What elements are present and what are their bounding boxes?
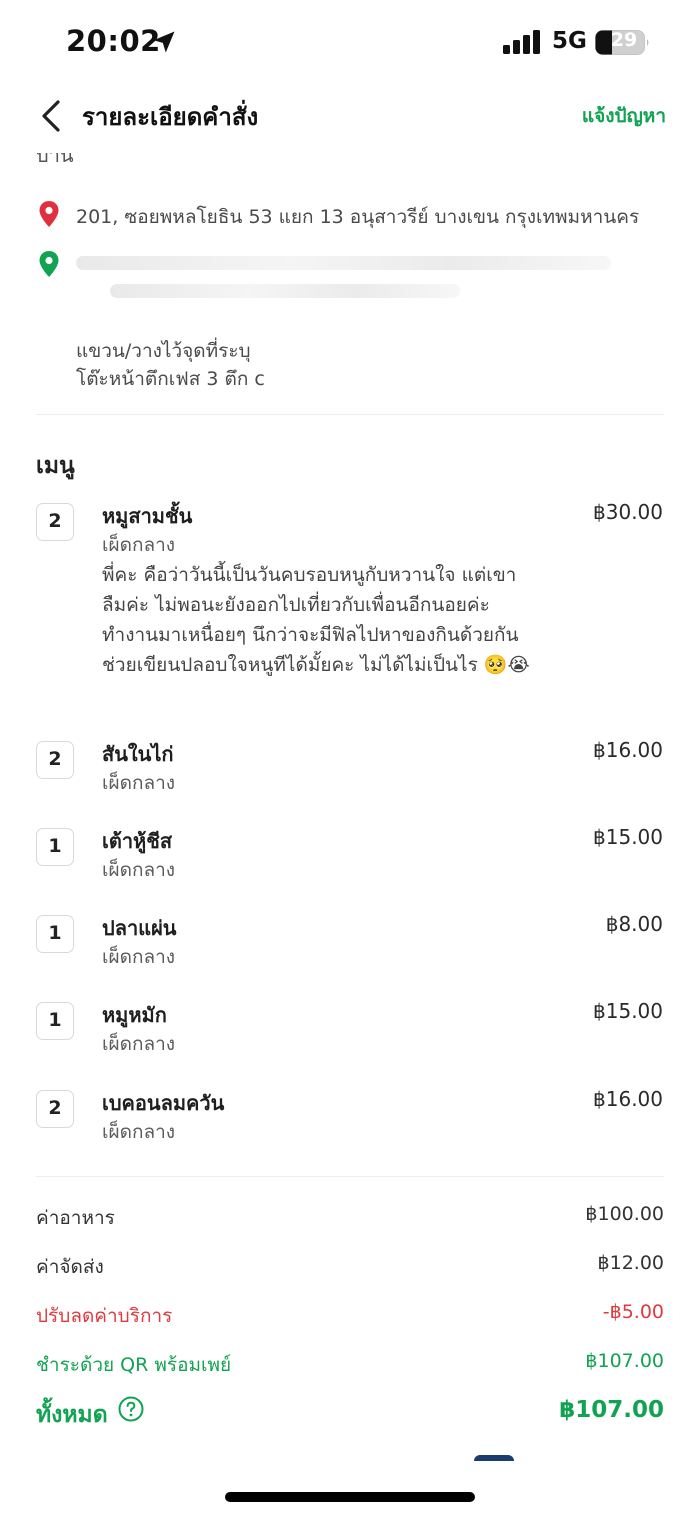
report-problem-link[interactable]: แจ้งปัญหา xyxy=(582,101,666,131)
item-quantity: 1 xyxy=(36,915,74,953)
discount-row: ปรับลดค่าบริการ -฿5.00 xyxy=(36,1301,664,1329)
divider xyxy=(36,414,664,415)
discount-value: -฿5.00 xyxy=(602,1301,664,1323)
home-indicator[interactable] xyxy=(225,1492,475,1502)
dropoff-address-blurred xyxy=(76,256,611,270)
dropoff-address-blurred-line2 xyxy=(110,284,460,298)
item-option: เผ็ดกลาง xyxy=(102,534,176,556)
pickup-address: 201, ซอยพหลโยธิน 53 แยก 13 อนุสาวรีย์ บา… xyxy=(76,206,640,228)
item-name: หมูหมัก xyxy=(102,1003,167,1027)
network-type: 5G xyxy=(552,28,587,54)
item-name: หมูสามชั้น xyxy=(102,504,193,528)
item-price: ฿30.00 xyxy=(593,500,663,524)
header: รายละเอียดคำสั่ง แจ้งปัญหา xyxy=(0,86,700,146)
item-quantity: 1 xyxy=(36,1002,74,1040)
status-bar: 20:02 5G 29 xyxy=(0,0,700,84)
delivery-fee-value: ฿12.00 xyxy=(597,1252,664,1274)
payment-amount: ฿107.00 xyxy=(585,1350,664,1372)
food-cost-label: ค่าอาหาร xyxy=(36,1207,115,1229)
item-name: สันในไก่ xyxy=(102,742,174,766)
total-label: ทั้งหมด xyxy=(36,1402,108,1428)
payment-method-row: ชำระด้วย QR พร้อมเพย์ ฿107.00 xyxy=(36,1350,664,1378)
item-quantity: 2 xyxy=(36,503,74,541)
item-name: เบคอนลมควัน xyxy=(102,1091,225,1115)
floating-button-peek[interactable] xyxy=(474,1455,514,1461)
item-quantity: 1 xyxy=(36,828,74,866)
status-time: 20:02 xyxy=(66,24,161,58)
item-option: เผ็ดกลาง xyxy=(102,1033,176,1055)
divider xyxy=(36,1176,664,1177)
help-circle-icon[interactable] xyxy=(118,1396,144,1422)
delivery-instruction: แขวน/วางไว้จุดที่ระบุ xyxy=(76,340,251,362)
dropoff-pin-icon xyxy=(39,251,59,277)
page-title: รายละเอียดคำสั่ง xyxy=(82,103,259,131)
item-price: ฿15.00 xyxy=(593,999,663,1023)
item-quantity: 2 xyxy=(36,741,74,779)
item-price: ฿8.00 xyxy=(605,912,663,936)
delivery-fee-label: ค่าจัดส่ง xyxy=(36,1256,104,1278)
total-value: ฿107.00 xyxy=(559,1397,664,1423)
menu-section-title: เมนู xyxy=(36,453,75,479)
item-option: เผ็ดกลาง xyxy=(102,1121,176,1143)
battery-level: 29 xyxy=(610,29,638,51)
item-name: เต้าหู้ชีส xyxy=(102,829,173,853)
food-cost-row: ค่าอาหาร ฿100.00 xyxy=(36,1203,664,1231)
item-price: ฿15.00 xyxy=(593,825,663,849)
item-quantity: 2 xyxy=(36,1090,74,1128)
item-price: ฿16.00 xyxy=(593,1087,663,1111)
delivery-fee-row: ค่าจัดส่ง ฿12.00 xyxy=(36,1252,664,1280)
item-option: เผ็ดกลาง xyxy=(102,772,176,794)
location-arrow-icon xyxy=(153,31,175,53)
item-note: พี่คะ คือว่าวันนี้เป็นวันคบรอบหนูกับหวาน… xyxy=(102,564,530,676)
food-cost-value: ฿100.00 xyxy=(585,1203,664,1225)
total-row: ทั้งหมด ฿107.00 xyxy=(36,1396,664,1429)
item-name: ปลาแผ่น xyxy=(102,916,177,940)
delivery-note: โต๊ะหน้าตึกเฟส 3 ตึก c xyxy=(76,368,265,390)
discount-label: ปรับลดค่าบริการ xyxy=(36,1305,173,1327)
signal-icon xyxy=(503,30,540,54)
back-chevron-icon[interactable] xyxy=(34,96,70,136)
item-option: เผ็ดกลาง xyxy=(102,946,176,968)
scrolled-cut-text: บ้าน xyxy=(36,153,74,167)
item-option: เผ็ดกลาง xyxy=(102,859,176,881)
payment-method-label: ชำระด้วย QR พร้อมเพย์ xyxy=(36,1354,232,1376)
item-price: ฿16.00 xyxy=(593,738,663,762)
pickup-pin-icon xyxy=(39,201,59,227)
